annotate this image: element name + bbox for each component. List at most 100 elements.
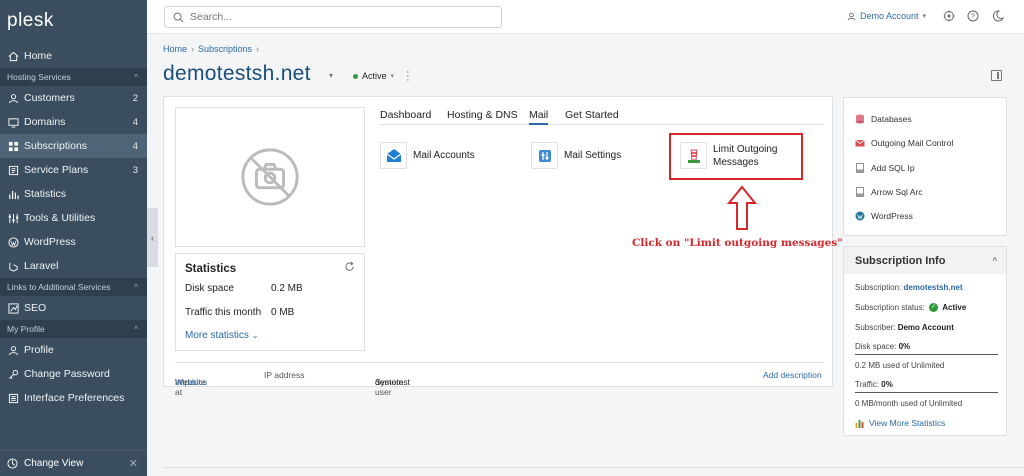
monitor-icon xyxy=(7,116,19,128)
status-dropdown[interactable]: Active ▾ xyxy=(353,71,394,81)
sidebar: plesk Home Hosting Services ^ Customers … xyxy=(0,0,147,476)
search-icon xyxy=(173,12,184,22)
chevron-up-icon: ^ xyxy=(134,282,138,292)
user-icon xyxy=(7,92,19,104)
tools-icon xyxy=(7,212,19,224)
subscription-card: Statistics Disk space 0.2 MB Traffic thi… xyxy=(163,96,843,397)
sidebar-item-change-password[interactable]: Change Password xyxy=(0,362,147,386)
dark-mode-icon[interactable] xyxy=(992,10,1005,22)
tab-hosting-dns[interactable]: Hosting & DNS xyxy=(447,109,518,125)
section-my-profile[interactable]: My Profile ^ xyxy=(0,320,147,338)
chevron-up-icon: ^ xyxy=(134,72,138,82)
mail-accounts-tool[interactable]: Mail Accounts xyxy=(380,142,475,169)
httpdocs-link[interactable]: httpdocs xyxy=(175,377,207,387)
status-dot xyxy=(353,73,358,79)
extensions-icon[interactable] xyxy=(943,10,955,22)
subscription-domain-link[interactable]: demotestsh.net xyxy=(903,283,962,292)
statistics-title: Statistics xyxy=(185,263,237,275)
quick-links-panel: Databases Outgoing Mail Control Add SQL … xyxy=(843,97,1007,236)
sidebar-item-customers[interactable]: Customers 2 xyxy=(0,86,147,110)
subscription-row: Subscription: demotestsh.net xyxy=(855,283,963,292)
search-input[interactable]: Search... xyxy=(164,6,502,28)
traffic-usage-bar xyxy=(855,392,998,393)
disk-space-row: Disk space 0.2 MB xyxy=(185,283,303,294)
outgoing-mail-control-link[interactable]: Outgoing Mail Control xyxy=(855,138,953,148)
annotation-text: Click on "Limit outgoing messages" xyxy=(632,237,843,249)
mail-settings-icon xyxy=(531,142,558,169)
more-statistics-link[interactable]: More statistics ⌄ xyxy=(185,330,258,341)
tab-dashboard[interactable]: Dashboard xyxy=(380,109,431,125)
sidebar-item-home[interactable]: Home xyxy=(0,44,147,68)
chevron-down-icon: ▾ xyxy=(390,73,395,80)
sidebar-item-tools[interactable]: Tools & Utilities xyxy=(0,206,147,230)
user-icon xyxy=(7,344,19,356)
sidebar-collapse-toggle[interactable]: ‹ xyxy=(147,208,158,267)
user-icon xyxy=(847,12,856,20)
sidebar-item-statistics[interactable]: Statistics xyxy=(0,182,147,206)
wordpress-icon xyxy=(7,236,19,248)
breadcrumb: Home › Subscriptions › xyxy=(163,44,260,54)
chevron-down-icon: ⌄ xyxy=(251,331,259,340)
laravel-icon xyxy=(7,260,19,272)
sidebar-item-domains[interactable]: Domains 4 xyxy=(0,110,147,134)
card-footer: Website at httpdocs IP address System us… xyxy=(175,362,824,397)
breadcrumb-home[interactable]: Home xyxy=(163,44,187,54)
top-bar: Search... Demo Account ▾ ? xyxy=(147,0,1024,34)
change-view-icon xyxy=(7,457,19,470)
tab-get-started[interactable]: Get Started xyxy=(565,109,619,125)
close-icon[interactable]: ✕ xyxy=(129,457,138,470)
wordpress-link[interactable]: WordPress xyxy=(855,211,913,221)
refresh-icon[interactable] xyxy=(344,261,355,272)
view-more-statistics-link[interactable]: View More Statistics xyxy=(855,418,945,428)
grid-icon xyxy=(7,140,19,152)
check-icon: ✓ xyxy=(929,303,939,313)
key-icon xyxy=(7,368,19,380)
chevron-down-icon[interactable]: ▾ xyxy=(329,71,333,80)
panel-toggle-icon[interactable] xyxy=(991,70,1002,81)
database-icon xyxy=(855,114,865,124)
document-icon xyxy=(855,187,865,197)
sidebar-item-wordpress[interactable]: WordPress xyxy=(0,230,147,254)
statistics-box: Statistics Disk space 0.2 MB Traffic thi… xyxy=(175,253,365,351)
plans-icon xyxy=(7,164,19,176)
sidebar-item-service-plans[interactable]: Service Plans 3 xyxy=(0,158,147,182)
add-description-link[interactable]: Add description xyxy=(763,370,822,380)
preferences-icon xyxy=(7,392,19,404)
chevron-up-icon: ^ xyxy=(134,324,138,334)
website-preview xyxy=(175,107,365,247)
disk-usage-bar xyxy=(855,354,998,355)
sidebar-item-subscriptions[interactable]: Subscriptions 4 xyxy=(0,134,147,158)
home-icon xyxy=(7,50,19,62)
section-hosting-services[interactable]: Hosting Services ^ xyxy=(0,68,147,86)
section-links-additional[interactable]: Links to Additional Services ^ xyxy=(0,278,147,296)
traffic-info: Traffic: 0% xyxy=(855,380,893,389)
breadcrumb-subscriptions[interactable]: Subscriptions xyxy=(198,44,252,54)
seo-icon xyxy=(7,302,19,314)
sidebar-item-laravel[interactable]: Laravel xyxy=(0,254,147,278)
help-icon[interactable]: ? xyxy=(967,10,979,22)
document-icon xyxy=(855,163,865,173)
subscription-status-row: Subscription status: ✓ Active xyxy=(855,303,967,313)
add-sql-ip-link[interactable]: Add SQL Ip xyxy=(855,163,915,173)
sidebar-item-interface-preferences[interactable]: Interface Preferences xyxy=(0,386,147,410)
account-menu[interactable]: Demo Account ▾ xyxy=(847,11,926,21)
databases-link[interactable]: Databases xyxy=(855,114,912,124)
change-view-button[interactable]: Change View ✕ xyxy=(0,450,147,476)
plesk-logo[interactable]: plesk xyxy=(0,0,147,42)
chevron-left-icon: ‹ xyxy=(151,232,154,243)
no-preview-icon xyxy=(241,148,299,206)
bottom-strip xyxy=(163,467,1024,476)
more-options-icon[interactable]: · · · xyxy=(406,67,410,86)
annotation-arrow-icon xyxy=(727,185,757,230)
subscription-info-panel: Subscription Info ^ Subscription: demote… xyxy=(843,246,1007,436)
sidebar-item-seo[interactable]: SEO xyxy=(0,296,147,320)
arrow-sql-arc-link[interactable]: Arrow Sql Arc xyxy=(855,187,923,197)
tab-mail[interactable]: Mail xyxy=(529,109,549,125)
subscriber-row: Subscriber: Demo Account xyxy=(855,323,954,332)
subscription-info-header[interactable]: Subscription Info ^ xyxy=(844,247,1006,274)
mail-settings-tool[interactable]: Mail Settings xyxy=(531,142,621,169)
bar-chart-icon xyxy=(7,188,19,200)
bar-chart-icon xyxy=(855,420,864,428)
traffic-row: Traffic this month 0 MB xyxy=(185,307,295,318)
sidebar-item-profile[interactable]: Profile xyxy=(0,338,147,362)
